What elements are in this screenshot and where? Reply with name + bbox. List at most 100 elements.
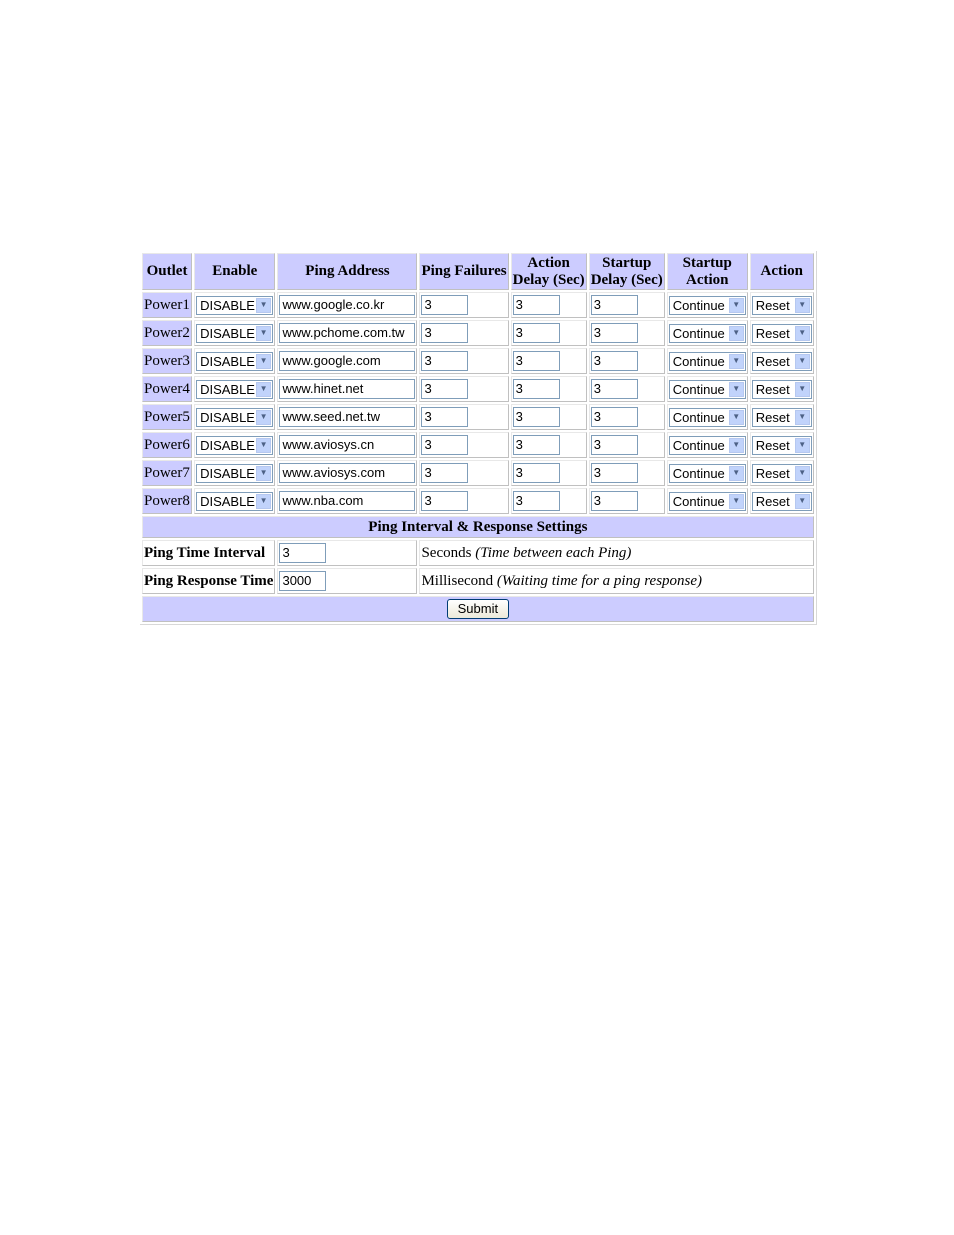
startup-delay-input[interactable]: 3 [590, 379, 638, 399]
startup-action-select[interactable]: Continue ▼ [668, 491, 746, 511]
chevron-down-icon[interactable]: ▼ [256, 297, 272, 313]
startup-delay-cell: 3 [588, 376, 665, 402]
ping-interval-input[interactable]: 3 [279, 543, 327, 563]
chevron-down-icon[interactable]: ▼ [794, 353, 810, 369]
submit-button[interactable]: Submit [446, 599, 510, 619]
chevron-down-icon[interactable]: ▼ [794, 409, 810, 425]
enable-value: DISABLE [200, 353, 255, 369]
startup-action-select[interactable]: Continue ▼ [668, 407, 746, 427]
chevron-down-icon[interactable]: ▼ [794, 437, 810, 453]
startup-delay-input[interactable]: 3 [590, 351, 638, 371]
startup-action-select[interactable]: Continue ▼ [668, 323, 746, 343]
action-delay-input[interactable]: 3 [512, 463, 560, 483]
action-delay-input[interactable]: 3 [512, 491, 560, 511]
ping-address-input[interactable]: www.nba.com [279, 491, 416, 511]
action-select[interactable]: Reset ▼ [751, 379, 812, 399]
ping-response-input[interactable]: 3000 [279, 571, 327, 591]
chevron-down-icon[interactable]: ▼ [256, 437, 272, 453]
header-startup-action-line1: Startup [682, 254, 732, 271]
action-cell: Reset ▼ [749, 432, 814, 458]
enable-select[interactable]: DISABLE ▼ [196, 323, 274, 343]
enable-cell: DISABLE ▼ [194, 432, 276, 458]
chevron-down-icon[interactable]: ▼ [256, 381, 272, 397]
enable-select[interactable]: DISABLE ▼ [196, 295, 274, 315]
submit-row: Submit [142, 596, 814, 622]
action-select[interactable]: Reset ▼ [751, 435, 812, 455]
ping-failures-input[interactable]: 3 [421, 491, 469, 511]
chevron-down-icon[interactable]: ▼ [728, 465, 744, 481]
startup-action-select[interactable]: Continue ▼ [668, 351, 746, 371]
action-delay-input[interactable]: 3 [512, 351, 560, 371]
chevron-down-icon[interactable]: ▼ [256, 325, 272, 341]
ping-failures-cell: 3 [419, 292, 509, 318]
ping-failures-input[interactable]: 3 [421, 463, 469, 483]
ping-failures-input[interactable]: 3 [421, 351, 469, 371]
action-select[interactable]: Reset ▼ [751, 491, 812, 511]
chevron-down-icon[interactable]: ▼ [728, 297, 744, 313]
chevron-down-icon[interactable]: ▼ [794, 297, 810, 313]
enable-select[interactable]: DISABLE ▼ [196, 435, 274, 455]
outlet-name: Power3 [142, 348, 193, 374]
action-delay-input[interactable]: 3 [512, 379, 560, 399]
startup-delay-input[interactable]: 3 [590, 491, 638, 511]
startup-action-select[interactable]: Continue ▼ [668, 295, 746, 315]
enable-select[interactable]: DISABLE ▼ [196, 351, 274, 371]
startup-delay-input[interactable]: 3 [590, 407, 638, 427]
enable-value: DISABLE [200, 325, 255, 341]
chevron-down-icon[interactable]: ▼ [794, 493, 810, 509]
ping-failures-input[interactable]: 3 [421, 407, 469, 427]
outlet-row: Power5 DISABLE ▼ www.seed.net.tw 3 3 3 C… [142, 404, 814, 430]
chevron-down-icon[interactable]: ▼ [728, 493, 744, 509]
ping-failures-input[interactable]: 3 [421, 323, 469, 343]
action-delay-input[interactable]: 3 [512, 435, 560, 455]
startup-delay-input[interactable]: 3 [590, 295, 638, 315]
chevron-down-icon[interactable]: ▼ [794, 465, 810, 481]
action-select[interactable]: Reset ▼ [751, 463, 812, 483]
ping-failures-input[interactable]: 3 [421, 295, 469, 315]
chevron-down-icon[interactable]: ▼ [794, 381, 810, 397]
startup-delay-input[interactable]: 3 [590, 463, 638, 483]
startup-action-select[interactable]: Continue ▼ [668, 435, 746, 455]
startup-action-select[interactable]: Continue ▼ [668, 379, 746, 399]
enable-select[interactable]: DISABLE ▼ [196, 463, 274, 483]
enable-cell: DISABLE ▼ [194, 348, 276, 374]
action-delay-input[interactable]: 3 [512, 295, 560, 315]
ping-address-input[interactable]: www.google.co.kr [279, 295, 416, 315]
chevron-down-icon[interactable]: ▼ [728, 325, 744, 341]
action-select[interactable]: Reset ▼ [751, 351, 812, 371]
ping-settings-form: Outlet Enable Ping Address Ping Failures… [140, 251, 817, 625]
chevron-down-icon[interactable]: ▼ [728, 409, 744, 425]
action-delay-input[interactable]: 3 [512, 323, 560, 343]
enable-value: DISABLE [200, 493, 255, 509]
ping-failures-input[interactable]: 3 [421, 435, 469, 455]
ping-address-input[interactable]: www.pchome.com.tw [279, 323, 416, 343]
ping-interval-row: Ping Time Interval 3 Seconds (Time betwe… [142, 540, 814, 566]
enable-select[interactable]: DISABLE ▼ [196, 379, 274, 399]
chevron-down-icon[interactable]: ▼ [256, 465, 272, 481]
chevron-down-icon[interactable]: ▼ [256, 409, 272, 425]
startup-delay-input[interactable]: 3 [590, 435, 638, 455]
ping-address-input[interactable]: www.seed.net.tw [279, 407, 416, 427]
startup-delay-input[interactable]: 3 [590, 323, 638, 343]
chevron-down-icon[interactable]: ▼ [728, 353, 744, 369]
chevron-down-icon[interactable]: ▼ [728, 381, 744, 397]
enable-select[interactable]: DISABLE ▼ [196, 491, 274, 511]
ping-address-input[interactable]: www.google.com [279, 351, 416, 371]
ping-failures-input[interactable]: 3 [421, 379, 469, 399]
action-cell: Reset ▼ [749, 376, 814, 402]
chevron-down-icon[interactable]: ▼ [794, 325, 810, 341]
action-select[interactable]: Reset ▼ [751, 295, 812, 315]
action-select[interactable]: Reset ▼ [751, 407, 812, 427]
action-delay-input[interactable]: 3 [512, 407, 560, 427]
action-value: Reset [755, 297, 790, 313]
action-select[interactable]: Reset ▼ [751, 323, 812, 343]
chevron-down-icon[interactable]: ▼ [256, 493, 272, 509]
startup-action-select[interactable]: Continue ▼ [668, 463, 746, 483]
ping-address-input[interactable]: www.aviosys.cn [279, 435, 416, 455]
ping-address-input[interactable]: www.aviosys.com [279, 463, 416, 483]
ping-address-input[interactable]: www.hinet.net [279, 379, 416, 399]
chevron-down-icon[interactable]: ▼ [728, 437, 744, 453]
chevron-down-icon[interactable]: ▼ [256, 353, 272, 369]
enable-select[interactable]: DISABLE ▼ [196, 407, 274, 427]
enable-cell: DISABLE ▼ [194, 320, 276, 346]
